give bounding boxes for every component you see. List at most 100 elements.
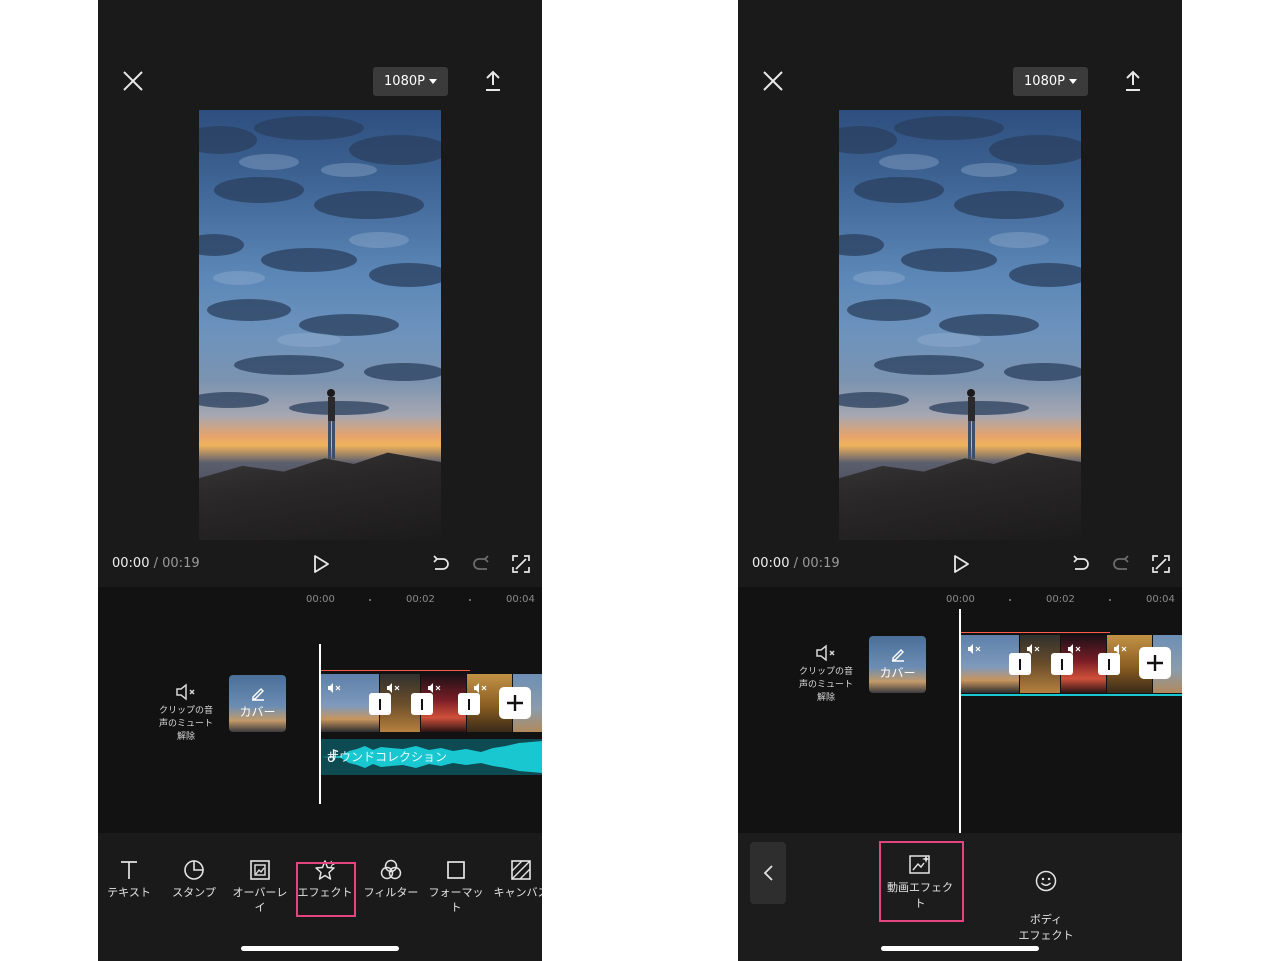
back-button[interactable] bbox=[750, 842, 786, 904]
ruler-mark: 00:02 bbox=[406, 594, 435, 605]
tool-sticker[interactable]: スタンプ bbox=[163, 859, 225, 900]
video-preview[interactable] bbox=[839, 110, 1081, 540]
plus-icon bbox=[507, 695, 523, 711]
text-icon bbox=[121, 861, 137, 879]
mute-label: クリップの音 声のミュート 解除 bbox=[158, 706, 213, 742]
play-icon bbox=[314, 555, 329, 573]
total-time: 00:19 bbox=[802, 556, 840, 571]
ruler-mark: 00:02 bbox=[1046, 594, 1075, 605]
transition-marker[interactable] bbox=[1098, 653, 1120, 675]
tool-label: テキスト bbox=[107, 886, 151, 899]
ruler-dot bbox=[1109, 599, 1111, 601]
selection-underline bbox=[961, 694, 1182, 696]
canvas-icon bbox=[511, 860, 531, 880]
undo-icon bbox=[433, 555, 449, 570]
mute-label: クリップの音 声のミュート 解除 bbox=[798, 667, 853, 703]
close-button[interactable] bbox=[760, 68, 786, 94]
transition-marker[interactable] bbox=[369, 693, 391, 715]
play-button[interactable] bbox=[310, 553, 332, 575]
video-preview[interactable] bbox=[199, 110, 441, 540]
resolution-dropdown[interactable]: 1080P bbox=[1013, 67, 1088, 96]
chevron-left-icon bbox=[763, 865, 773, 881]
editor-screen-right: 1080P 00:00 / 00:19 00:00 00:02 00:04 クリ… bbox=[738, 0, 1182, 961]
clip-audio-mute-toggle[interactable]: クリップの音 声のミュート 解除 bbox=[791, 644, 861, 705]
edit-pencil-icon bbox=[891, 649, 904, 662]
cover-button[interactable]: カバー bbox=[869, 636, 926, 693]
tool-filter[interactable]: フィルター bbox=[360, 859, 422, 900]
video-effect-highlight-box bbox=[879, 841, 964, 922]
caret-down-icon bbox=[428, 79, 437, 84]
add-clip-button[interactable] bbox=[1139, 647, 1171, 679]
resolution-label: 1080P bbox=[384, 74, 425, 89]
add-clip-button[interactable] bbox=[499, 687, 531, 719]
timeline[interactable]: 00:00 00:02 00:04 クリップの音 声のミュート 解除 カバー bbox=[98, 587, 542, 833]
undo-button[interactable] bbox=[431, 554, 451, 574]
resolution-label: 1080P bbox=[1024, 74, 1065, 89]
format-icon bbox=[447, 861, 465, 879]
audio-track[interactable]: サウンドコレクション bbox=[321, 739, 542, 775]
undo-icon bbox=[1073, 555, 1089, 570]
current-time: 00:00 bbox=[752, 556, 790, 571]
fullscreen-icon bbox=[512, 555, 530, 573]
tool-body-effect[interactable]: ボディ エフェクト bbox=[1008, 853, 1084, 944]
tool-label: ボディ エフェクト bbox=[1018, 913, 1074, 942]
tool-label: オーバーレイ bbox=[232, 886, 288, 914]
fullscreen-button[interactable] bbox=[511, 554, 531, 574]
sticker-icon bbox=[184, 860, 204, 880]
cover-label: カバー bbox=[239, 705, 276, 719]
export-icon bbox=[486, 70, 500, 91]
overlay-icon bbox=[250, 860, 270, 880]
timeline[interactable]: 00:00 00:02 00:04 クリップの音 声のミュート 解除 カバー bbox=[738, 587, 1182, 833]
ruler-dot bbox=[369, 599, 371, 601]
clip-audio-mute-toggle[interactable]: クリップの音 声のミュート 解除 bbox=[151, 683, 221, 744]
resolution-dropdown[interactable]: 1080P bbox=[373, 67, 448, 96]
redo-icon bbox=[473, 555, 489, 570]
video-track[interactable] bbox=[961, 635, 1182, 693]
body-effect-icon bbox=[1035, 870, 1057, 892]
export-button[interactable] bbox=[482, 68, 504, 94]
transition-marker[interactable] bbox=[458, 693, 480, 715]
close-button[interactable] bbox=[120, 68, 146, 94]
transition-marker[interactable] bbox=[411, 693, 433, 715]
transition-marker[interactable] bbox=[1051, 653, 1073, 675]
fullscreen-button[interactable] bbox=[1151, 554, 1171, 574]
video-track[interactable] bbox=[321, 674, 542, 732]
export-icon bbox=[1126, 70, 1140, 91]
current-time: 00:00 bbox=[112, 556, 150, 571]
speaker-muted-icon bbox=[968, 644, 981, 654]
cover-button[interactable]: カバー bbox=[229, 675, 286, 732]
cover-label: カバー bbox=[879, 666, 916, 680]
audio-clip-label: サウンドコレクション bbox=[327, 748, 447, 765]
tool-label: フィルター bbox=[363, 886, 419, 899]
undo-button[interactable] bbox=[1071, 554, 1091, 574]
effect-highlight-box bbox=[296, 862, 356, 917]
edit-pencil-icon bbox=[251, 688, 264, 701]
tool-label: フォーマット bbox=[428, 886, 484, 914]
speaker-muted-icon bbox=[176, 683, 195, 701]
standing-person bbox=[327, 389, 335, 459]
transition-marker[interactable] bbox=[1009, 653, 1031, 675]
caret-down-icon bbox=[1068, 79, 1077, 84]
ruler-dot bbox=[1009, 599, 1011, 601]
total-time: 00:19 bbox=[162, 556, 200, 571]
playhead[interactable] bbox=[959, 609, 961, 833]
tool-overlay[interactable]: オーバーレイ bbox=[229, 859, 291, 915]
ruler-mark: 00:00 bbox=[306, 594, 335, 605]
redo-button[interactable] bbox=[471, 554, 491, 574]
timecode: 00:00 / 00:19 bbox=[112, 556, 200, 571]
bottom-toolbar: テキスト スタンプ オーバーレイ エフェクト フィルター フォーマット キャンバ… bbox=[98, 833, 542, 961]
tool-text[interactable]: テキスト bbox=[98, 859, 160, 900]
play-button[interactable] bbox=[950, 553, 972, 575]
playhead[interactable] bbox=[319, 644, 321, 804]
tool-format[interactable]: フォーマット bbox=[425, 859, 487, 915]
redo-icon bbox=[1113, 555, 1129, 570]
plus-icon bbox=[1147, 655, 1163, 671]
home-indicator bbox=[241, 946, 399, 951]
timecode: 00:00 / 00:19 bbox=[752, 556, 840, 571]
trim-indicator bbox=[961, 632, 1110, 633]
redo-button[interactable] bbox=[1111, 554, 1131, 574]
tool-canvas[interactable]: キャンバス bbox=[490, 859, 542, 900]
tool-label: スタンプ bbox=[172, 886, 216, 899]
ruler-dot bbox=[469, 599, 471, 601]
export-button[interactable] bbox=[1122, 68, 1144, 94]
